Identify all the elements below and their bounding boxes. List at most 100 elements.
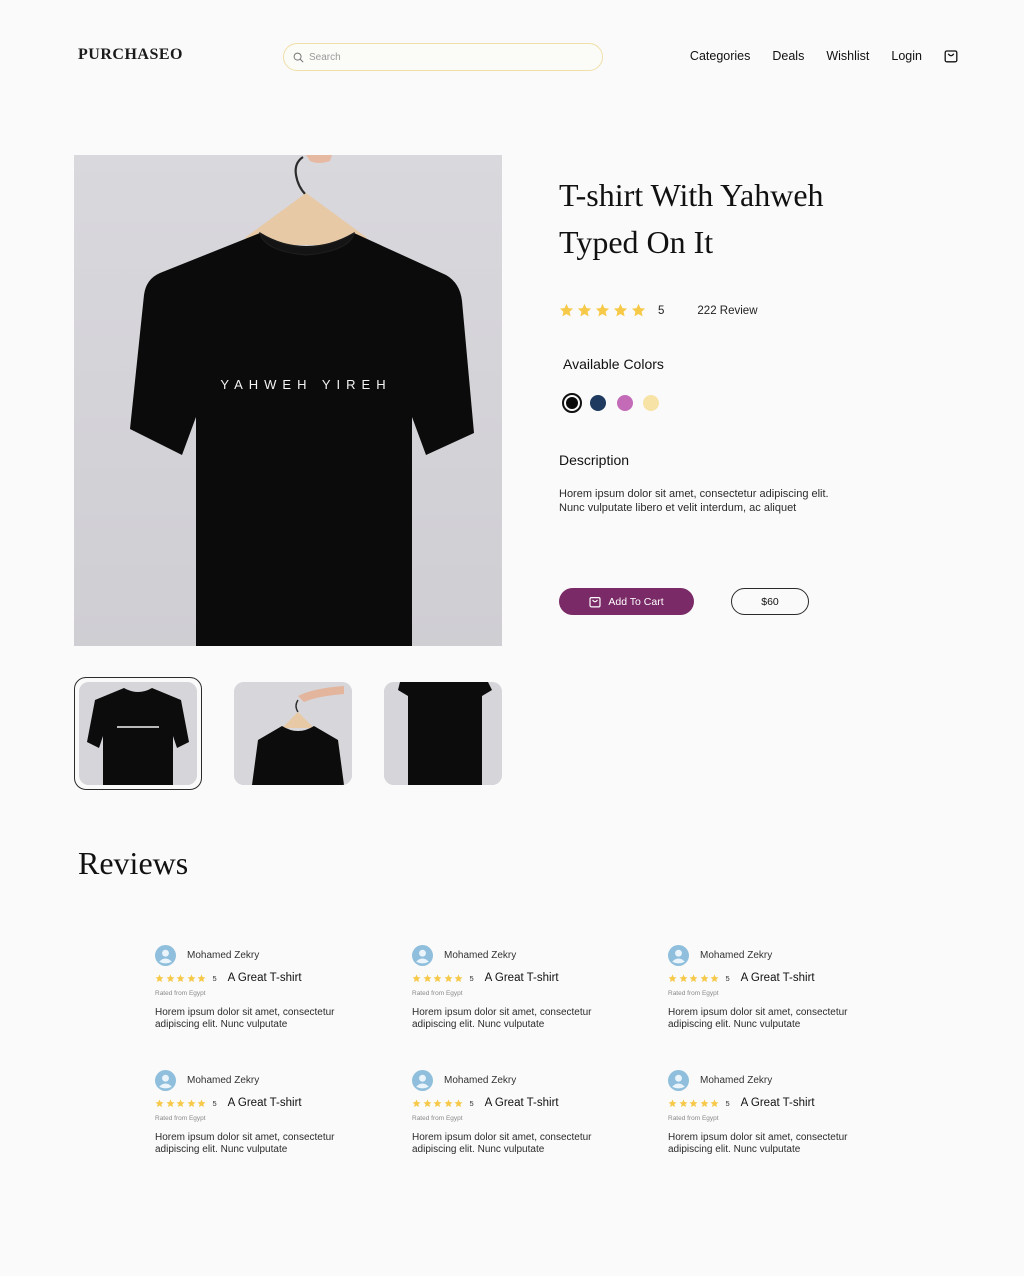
review-body: Horem ipsum dolor sit amet, consectetur … (668, 1132, 848, 1155)
user-avatar-icon (412, 1070, 433, 1091)
star-icon (176, 974, 185, 982)
star-icon (679, 1099, 687, 1107)
user-avatar-icon (412, 945, 433, 966)
search-bar[interactable] (283, 43, 603, 71)
review-count[interactable]: 222 Review (697, 305, 757, 317)
color-swatch-4[interactable] (643, 395, 659, 411)
review-score: 5 (725, 1098, 730, 1108)
description-text: Horem ipsum dolor sit amet, consectetur … (559, 488, 829, 514)
reviewer-name: Mohamed Zekry (187, 950, 260, 961)
review-body: Horem ipsum dolor sit amet, consectetur … (412, 1132, 592, 1155)
star-icon (700, 1099, 708, 1107)
user-avatar-icon (155, 945, 176, 966)
color-swatch-3[interactable] (616, 395, 633, 411)
review-card: Mohamed Zekry 5 A Great T-shirt Rated from … (668, 1070, 878, 1156)
star-icon (166, 974, 174, 982)
nav-categories[interactable]: Categories (690, 49, 750, 63)
star-icon (155, 1099, 164, 1107)
cart-button[interactable] (944, 48, 958, 63)
review-origin: Rated from Egypt (155, 990, 206, 997)
rating-stars (559, 303, 649, 318)
review-title: A Great T-shirt (227, 972, 302, 984)
thumbnail-hanger[interactable] (229, 677, 357, 790)
review-title: A Great T-shirt (484, 972, 559, 984)
user-avatar-icon (155, 1070, 176, 1091)
add-to-cart-button[interactable]: Add To Cart (559, 588, 694, 615)
star-icon (155, 974, 164, 982)
review-stars (668, 974, 721, 983)
star-icon (187, 974, 195, 982)
star-icon (444, 1099, 452, 1107)
star-icon (433, 974, 442, 982)
star-icon (577, 303, 592, 317)
review-card: Mohamed Zekry 5 A Great T-shirt Rated from … (412, 945, 622, 1031)
reviews-heading: Reviews (78, 845, 189, 881)
review-body: Horem ipsum dolor sit amet, consectetur … (155, 1132, 335, 1155)
star-icon (176, 1099, 185, 1107)
star-icon (187, 1099, 195, 1107)
review-score: 5 (469, 973, 474, 983)
review-card: Mohamed Zekry 5 A Great T-shirt Rated from … (155, 1070, 365, 1156)
review-score: 5 (212, 1098, 217, 1108)
star-icon (595, 303, 610, 317)
star-icon (710, 974, 719, 982)
star-icon (689, 974, 698, 982)
reviewer-name: Mohamed Zekry (187, 1075, 260, 1086)
shopping-bag-icon (944, 50, 958, 63)
star-icon (710, 1099, 719, 1107)
rating-value: 5 (658, 304, 665, 317)
review-stars (155, 974, 208, 983)
add-to-cart-label: Add To Cart (608, 595, 664, 608)
star-icon (559, 303, 574, 317)
reviewer-name: Mohamed Zekry (700, 1075, 773, 1086)
star-icon (613, 303, 628, 317)
review-score: 5 (725, 973, 730, 983)
star-icon (668, 974, 677, 982)
review-title: A Great T-shirt (740, 972, 815, 984)
thumbnail-front[interactable] (74, 677, 202, 790)
star-icon (668, 1099, 677, 1107)
review-origin: Rated from Egypt (668, 990, 719, 997)
review-card: Mohamed Zekry 5 A Great T-shirt Rated from … (412, 1070, 622, 1156)
star-icon (166, 1099, 174, 1107)
star-icon (423, 974, 431, 982)
reviewer-name: Mohamed Zekry (444, 1075, 517, 1086)
review-stars (412, 974, 465, 983)
star-icon (197, 974, 206, 982)
search-icon (293, 52, 304, 62)
review-body: Horem ipsum dolor sit amet, consectetur … (668, 1007, 848, 1030)
nav-login[interactable]: Login (891, 49, 922, 63)
thumbnail-back[interactable] (379, 677, 507, 790)
reviewer-name: Mohamed Zekry (444, 950, 517, 961)
review-title: A Great T-shirt (484, 1097, 559, 1109)
search-input[interactable] (309, 51, 589, 63)
available-colors-label: Available Colors (563, 356, 664, 372)
review-title: A Great T-shirt (227, 1097, 302, 1109)
review-score: 5 (469, 1098, 474, 1108)
star-icon (689, 1099, 698, 1107)
top-nav: Categories Deals Wishlist Login (668, 48, 958, 63)
color-swatch-2[interactable] (590, 395, 606, 411)
star-icon (679, 974, 687, 982)
nav-deals[interactable]: Deals (772, 49, 804, 63)
price-tag: $60 (731, 588, 809, 615)
reviewer-name: Mohamed Zekry (700, 950, 773, 961)
review-body: Horem ipsum dolor sit amet, consectetur … (155, 1007, 335, 1030)
star-icon (412, 1099, 421, 1107)
review-stars (412, 1099, 465, 1108)
star-icon (631, 303, 646, 317)
nav-wishlist[interactable]: Wishlist (826, 49, 869, 63)
color-swatch-1[interactable] (562, 393, 582, 413)
review-origin: Rated from Egypt (668, 1115, 719, 1122)
brand-logo[interactable]: PURCHASEO (78, 46, 183, 64)
description-label: Description (559, 452, 630, 468)
review-card: Mohamed Zekry 5 A Great T-shirt Rated from … (668, 945, 878, 1031)
star-icon (423, 1099, 431, 1107)
star-icon (197, 1099, 206, 1107)
review-origin: Rated from Egypt (412, 1115, 463, 1122)
product-rating: 5 222 Review (559, 303, 758, 318)
product-main-image[interactable]: YAHWEH YIREH (74, 155, 502, 646)
user-avatar-icon (668, 1070, 689, 1091)
review-origin: Rated from Egypt (412, 990, 463, 997)
review-stars (155, 1099, 208, 1108)
